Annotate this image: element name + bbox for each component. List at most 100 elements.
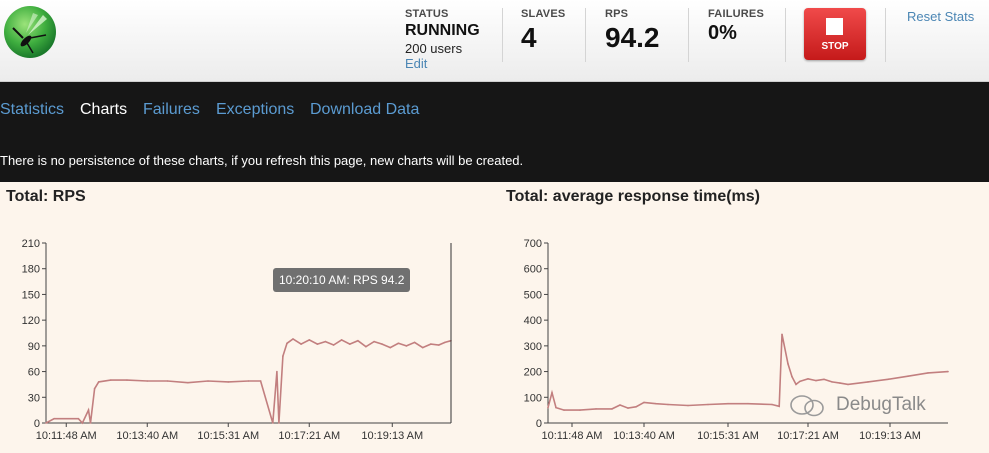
reset-stats-link[interactable]: Reset Stats (907, 9, 974, 24)
data-point (381, 343, 383, 345)
x-tick-label: 10:11:48 AM (542, 430, 603, 442)
watermark-text: DebugTalk (836, 394, 926, 415)
x-tick-label: 10:17:21 AM (777, 430, 839, 442)
y-tick-label: 100 (524, 392, 542, 404)
data-point (405, 345, 408, 347)
y-tick-label: 210 (22, 238, 40, 250)
data-point (430, 343, 432, 345)
data-point (847, 383, 849, 386)
tab-bar: Statistics Charts Failures Exceptions Do… (0, 82, 989, 182)
data-point (259, 380, 262, 382)
data-point (635, 406, 637, 408)
rps-stat: RPS 94.2 (605, 8, 660, 54)
data-point (97, 381, 100, 383)
data-point (927, 372, 929, 374)
data-point (438, 344, 440, 346)
data-point (53, 417, 55, 420)
x-tick-label: 10:19:13 AM (361, 430, 423, 442)
divider (785, 8, 786, 62)
data-point (551, 391, 553, 394)
rps-value: 94.2 (605, 22, 660, 53)
data-point (687, 404, 689, 407)
data-point (349, 343, 351, 345)
data-point (278, 422, 280, 424)
data-point (831, 381, 833, 383)
status-label: STATUS (405, 8, 449, 20)
data-point (276, 370, 278, 373)
data-point (947, 370, 949, 373)
data-point (93, 387, 96, 390)
y-tick-label: 500 (524, 289, 542, 301)
y-tick-label: 30 (28, 392, 40, 404)
failures-stat: FAILURES 0% (708, 8, 764, 45)
slaves-value: 4 (521, 22, 537, 53)
data-point (187, 381, 189, 384)
stop-label: STOP (821, 41, 849, 52)
y-tick-label: 0 (34, 418, 40, 430)
data-point (373, 340, 375, 343)
x-tick-label: 10:13:40 AM (613, 430, 675, 442)
tab-statistics[interactable]: Statistics (0, 101, 64, 119)
data-point (365, 345, 367, 348)
data-point (340, 339, 343, 341)
x-tick-label: 10:11:48 AM (36, 430, 97, 442)
failures-label: FAILURES (708, 8, 764, 20)
y-tick-label: 150 (22, 289, 40, 301)
tab-failures[interactable]: Failures (143, 101, 200, 119)
data-point (316, 343, 319, 345)
y-tick-label: 120 (22, 315, 40, 327)
data-point (286, 342, 288, 345)
data-point (45, 422, 47, 424)
locust-logo-icon (4, 6, 56, 58)
failures-value: 0% (708, 22, 737, 44)
data-point (707, 403, 709, 406)
data-point (579, 409, 581, 411)
data-point (787, 363, 789, 365)
y-tick-label: 180 (22, 264, 40, 276)
data-point (727, 402, 729, 405)
data-point (308, 339, 311, 341)
data-point (555, 406, 557, 409)
chart-tooltip: 10:20:10 AM: RPS 94.2 (273, 268, 411, 292)
data-point (397, 342, 400, 345)
x-tick-label: 10:17:21 AM (278, 430, 340, 442)
wechat-icon (790, 395, 824, 417)
data-point (747, 402, 749, 405)
y-tick-label: 700 (524, 238, 542, 250)
stop-button[interactable]: STOP (804, 8, 866, 60)
data-point (655, 402, 657, 405)
data-point (547, 406, 549, 409)
edit-link[interactable]: Edit (405, 56, 480, 71)
slaves-label: SLAVES (521, 8, 566, 20)
tab-exceptions[interactable]: Exceptions (216, 101, 294, 119)
data-point (110, 379, 112, 381)
data-point (332, 344, 335, 346)
y-tick-label: 600 (524, 264, 542, 276)
data-point (87, 409, 90, 411)
y-tick-label: 90 (28, 341, 40, 353)
data-point (126, 379, 128, 381)
divider (502, 8, 503, 62)
data-point (619, 404, 621, 406)
divider (885, 8, 886, 62)
data-point (77, 417, 80, 420)
data-point (815, 379, 817, 382)
top-header: STATUS RUNNING 200 users Edit SLAVES 4 R… (0, 0, 989, 82)
persistence-note: There is no persistence of these charts,… (0, 153, 524, 168)
tab-download-data[interactable]: Download Data (310, 101, 419, 119)
data-point (867, 381, 869, 383)
y-tick-label: 400 (524, 315, 542, 327)
data-point (771, 403, 773, 406)
tab-charts[interactable]: Charts (80, 101, 127, 119)
data-point (146, 380, 149, 382)
data-point (89, 422, 92, 424)
user-count: 200 users (405, 41, 463, 56)
data-point (166, 380, 169, 382)
data-point (907, 375, 909, 377)
data-point (413, 341, 416, 344)
response-time-chart: 0 100 200 300 400 500 600 700 10:11:48 AM 10:13:4… (524, 238, 949, 442)
data-point (791, 375, 793, 378)
x-tick-label: 10:15:31 AM (197, 430, 259, 442)
data-point (781, 333, 783, 336)
data-point (807, 378, 809, 380)
